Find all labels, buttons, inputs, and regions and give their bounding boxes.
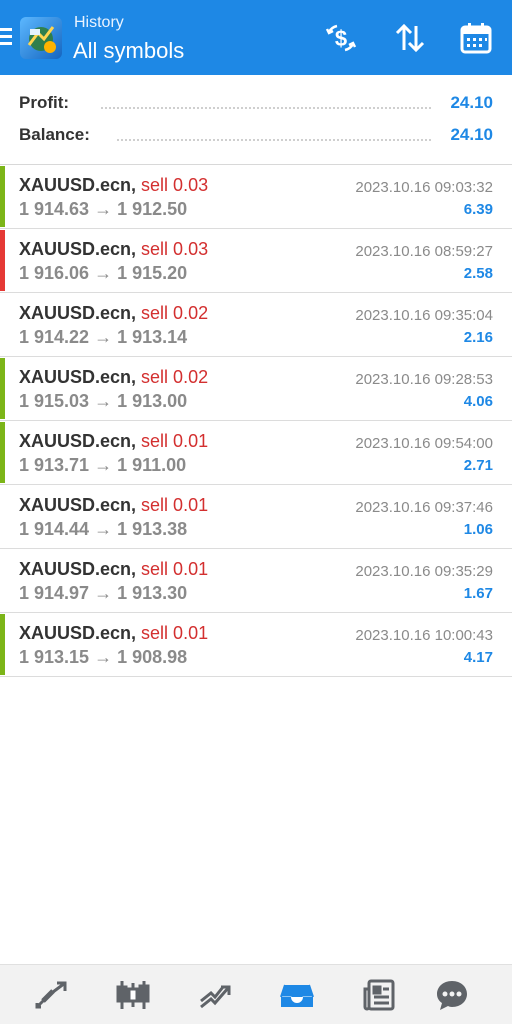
trade-time: 2023.10.16 09:03:32 <box>355 179 493 196</box>
trade-profit: 4.17 <box>463 649 493 666</box>
trade-row[interactable]: XAUUSD.ecn, sell 0.01 1 914.97 → 1 913.30… <box>0 549 512 613</box>
news-icon[interactable] <box>361 977 397 1013</box>
status-bar <box>0 614 5 675</box>
status-bar <box>0 230 5 291</box>
status-bar <box>0 550 5 611</box>
trade-symbol: XAUUSD.ecn, sell 0.02 <box>19 303 209 323</box>
trade-prices: 1 913.71 → 1 911.00 <box>19 455 187 475</box>
calendar-icon[interactable] <box>458 20 494 56</box>
trade-profit: 2.16 <box>463 329 493 346</box>
trade-row[interactable]: XAUUSD.ecn, sell 0.01 1 913.71 → 1 911.00… <box>0 421 512 485</box>
menu-icon[interactable] <box>0 28 14 48</box>
trade-time: 2023.10.16 09:54:00 <box>355 435 493 452</box>
status-bar <box>0 166 5 227</box>
trade-action: sell 0.02 <box>141 367 209 387</box>
summary-panel: Profit: 24.10 Balance: 24.10 <box>0 75 512 165</box>
trade-symbol: XAUUSD.ecn, sell 0.01 <box>19 559 209 579</box>
deposit-withdraw-icon[interactable]: $ <box>323 20 359 56</box>
trade-action: sell 0.03 <box>141 239 209 259</box>
trade-symbol: XAUUSD.ecn, sell 0.01 <box>19 431 209 451</box>
trade-prices: 1 914.63 → 1 912.50 <box>19 199 188 219</box>
dotted-leader <box>101 107 431 109</box>
trade-symbol: XAUUSD.ecn, sell 0.01 <box>19 623 209 643</box>
trade-profit: 2.71 <box>463 457 493 474</box>
trade-profit: 4.06 <box>463 393 493 410</box>
trade-prices: 1 915.03 → 1 913.00 <box>19 391 188 411</box>
trade-action: sell 0.03 <box>141 175 209 195</box>
dotted-leader <box>117 139 431 141</box>
top-app-bar: History All symbols $ <box>0 0 512 75</box>
trade-symbol: XAUUSD.ecn, sell 0.02 <box>19 367 209 387</box>
trade-profit: 1.06 <box>463 521 493 538</box>
sort-icon[interactable] <box>392 20 428 56</box>
status-bar <box>0 422 5 483</box>
trade-row[interactable]: XAUUSD.ecn, sell 0.01 1 913.15 → 1 908.98… <box>0 613 512 677</box>
trade-row[interactable]: XAUUSD.ecn, sell 0.03 1 914.63 → 1 912.50… <box>0 165 512 229</box>
trade-symbol: XAUUSD.ecn, sell 0.03 <box>19 175 209 195</box>
trade-symbol: XAUUSD.ecn, sell 0.03 <box>19 239 209 259</box>
profit-value: 24.10 <box>450 93 493 112</box>
header-subtitle: History <box>74 14 124 31</box>
bottom-navigation <box>0 964 512 1024</box>
trade-action: sell 0.01 <box>141 495 209 515</box>
trade-row[interactable]: XAUUSD.ecn, sell 0.01 1 914.44 → 1 913.38… <box>0 485 512 549</box>
trade-time: 2023.10.16 09:35:04 <box>355 307 493 324</box>
trade-time: 2023.10.16 10:00:43 <box>355 627 493 644</box>
trade-profit: 6.39 <box>463 201 493 218</box>
trade-action: sell 0.01 <box>141 431 209 451</box>
trade-time: 2023.10.16 09:37:46 <box>355 499 493 516</box>
trade-action: sell 0.02 <box>141 303 209 323</box>
trade-profit: 2.58 <box>463 265 493 282</box>
trade-time: 2023.10.16 08:59:27 <box>355 243 493 260</box>
history-icon[interactable] <box>279 977 315 1013</box>
profit-label: Profit: <box>19 93 74 113</box>
trade-history-list: XAUUSD.ecn, sell 0.03 1 914.63 → 1 912.50… <box>0 165 512 677</box>
trade-prices: 1 914.97 → 1 913.30 <box>19 583 188 603</box>
trade-profit: 1.67 <box>463 585 493 602</box>
status-bar <box>0 358 5 419</box>
trade-icon[interactable] <box>197 977 233 1013</box>
balance-label: Balance: <box>19 125 94 145</box>
trade-action: sell 0.01 <box>141 623 209 643</box>
trade-time: 2023.10.16 09:28:53 <box>355 371 493 388</box>
trade-prices: 1 916.06 → 1 915.20 <box>19 263 188 283</box>
trade-row[interactable]: XAUUSD.ecn, sell 0.02 1 915.03 → 1 913.00… <box>0 357 512 421</box>
trade-symbol: XAUUSD.ecn, sell 0.01 <box>19 495 209 515</box>
chart-icon[interactable] <box>115 977 151 1013</box>
header-title[interactable]: All symbols <box>73 38 184 64</box>
balance-row: Balance: 24.10 <box>19 125 493 149</box>
profit-row: Profit: 24.10 <box>19 93 493 117</box>
app-logo <box>20 17 62 59</box>
messages-icon[interactable] <box>434 977 470 1013</box>
trade-action: sell 0.01 <box>141 559 209 579</box>
trade-prices: 1 914.22 → 1 913.14 <box>19 327 188 347</box>
status-bar <box>0 294 5 355</box>
trade-time: 2023.10.16 09:35:29 <box>355 563 493 580</box>
svg-text:$: $ <box>335 26 347 51</box>
trade-prices: 1 914.44 → 1 913.38 <box>19 519 188 539</box>
balance-value: 24.10 <box>450 125 493 144</box>
quotes-icon[interactable] <box>33 977 69 1013</box>
trade-prices: 1 913.15 → 1 908.98 <box>19 647 188 667</box>
status-bar <box>0 486 5 547</box>
trade-row[interactable]: XAUUSD.ecn, sell 0.03 1 916.06 → 1 915.20… <box>0 229 512 293</box>
trade-row[interactable]: XAUUSD.ecn, sell 0.02 1 914.22 → 1 913.14… <box>0 293 512 357</box>
